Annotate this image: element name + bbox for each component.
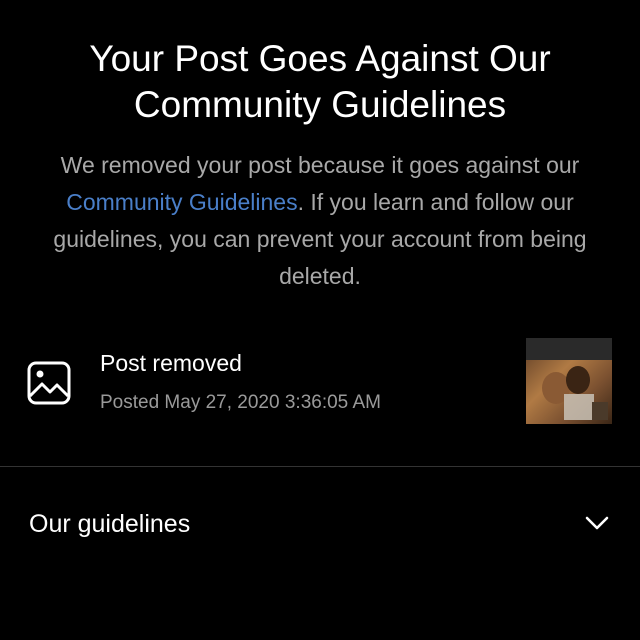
chevron-down-icon[interactable] [584, 514, 610, 532]
post-status: Post removed [100, 350, 242, 376]
page-title: Your Post Goes Against Our Community Gui… [89, 38, 551, 125]
post-date: Posted May 27, 2020 3:36:05 AM [100, 392, 381, 413]
removed-post-item[interactable]: Post removed Posted May 27, 2020 3:36:05… [0, 336, 640, 432]
community-guidelines-link[interactable]: Community Guidelines [66, 189, 297, 215]
our-guidelines-label: Our guidelines [29, 510, 191, 538]
image-icon [27, 361, 71, 405]
post-thumbnail[interactable] [526, 338, 612, 424]
section-divider [0, 466, 640, 467]
our-guidelines-toggle[interactable]: Our guidelines [0, 490, 640, 560]
description-text-start: We removed your post because it goes aga… [60, 152, 580, 178]
removal-description: We removed your post because it goes aga… [22, 147, 618, 295]
thumbnail-image [542, 366, 608, 420]
